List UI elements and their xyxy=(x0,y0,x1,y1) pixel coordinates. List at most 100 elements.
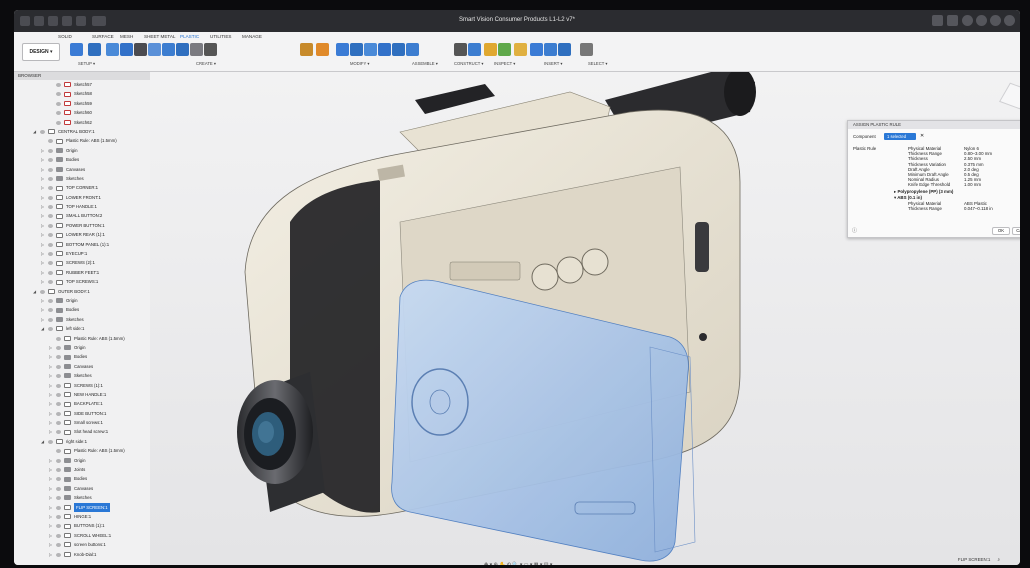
browser-row[interactable]: ▷ Sketches xyxy=(14,174,150,183)
browser-row[interactable]: Sketch58 xyxy=(14,89,150,98)
group-modify-menu[interactable]: MODIFY ▾ xyxy=(350,61,369,66)
group-create-menu[interactable]: CREATE ▾ xyxy=(196,61,216,66)
clear-selection-icon[interactable]: ✕ xyxy=(920,133,924,139)
browser-row[interactable]: ▷ FLIP SCREEN:1 xyxy=(14,502,150,512)
browser-row[interactable]: ▷ Bodies xyxy=(14,305,150,314)
visibility-eye-icon[interactable] xyxy=(56,402,61,407)
visibility-eye-icon[interactable] xyxy=(56,552,61,557)
cancel-button[interactable]: Cancel xyxy=(1012,227,1020,235)
visibility-eye-icon[interactable] xyxy=(40,129,45,134)
browser-row[interactable]: ◢ right side:1 xyxy=(14,437,150,446)
browser-row[interactable]: ▷ BUTTONS (1):1 xyxy=(14,521,150,530)
visibility-eye-icon[interactable] xyxy=(56,374,61,379)
browser-row[interactable]: ◢ CENTRAL BODY:1 xyxy=(14,127,150,136)
visibility-eye-icon[interactable] xyxy=(48,280,53,285)
expand-arrow-icon[interactable]: ▷ xyxy=(40,202,45,211)
visibility-eye-icon[interactable] xyxy=(48,167,53,172)
browser-row[interactable]: ▷ Joints xyxy=(14,465,150,474)
expand-arrow-icon[interactable]: ▷ xyxy=(48,352,53,361)
expand-arrow-icon[interactable]: ▷ xyxy=(48,465,53,474)
expand-arrow-icon[interactable]: ▷ xyxy=(48,409,53,418)
browser-row[interactable]: ▷ BACKPLATE:1 xyxy=(14,399,150,408)
expand-arrow-icon[interactable]: ▷ xyxy=(48,493,53,502)
ribbon-tool-icon[interactable] xyxy=(378,43,391,56)
expand-arrow-icon[interactable]: ▷ xyxy=(48,474,53,483)
visibility-eye-icon[interactable] xyxy=(56,477,61,482)
group-select-menu[interactable]: SELECT ▾ xyxy=(588,61,607,66)
search-icon[interactable]: ⌕ xyxy=(998,557,1000,562)
visibility-eye-icon[interactable] xyxy=(48,205,53,210)
browser-row[interactable]: ▷ Origin xyxy=(14,146,150,155)
browser-row[interactable]: ▷ SCREWS (2):1 xyxy=(14,258,150,267)
browser-row[interactable]: ▷ Bodies xyxy=(14,155,150,164)
expand-arrow-icon[interactable]: ▷ xyxy=(48,371,53,380)
expand-arrow-icon[interactable]: ◢ xyxy=(32,287,37,296)
visibility-eye-icon[interactable] xyxy=(56,345,61,350)
expand-arrow-icon[interactable]: ▷ xyxy=(40,221,45,230)
browser-row[interactable]: ▷ SCREWS (1):1 xyxy=(14,381,150,390)
expand-arrow-icon[interactable]: ▷ xyxy=(48,512,53,521)
ribbon-tool-icon[interactable] xyxy=(300,43,313,56)
browser-row[interactable]: ▷ SMALL BUTTON:2 xyxy=(14,211,150,220)
visibility-eye-icon[interactable] xyxy=(56,83,61,87)
visibility-eye-icon[interactable] xyxy=(56,421,61,426)
visibility-eye-icon[interactable] xyxy=(48,242,53,247)
expand-arrow-icon[interactable]: ▷ xyxy=(48,503,53,512)
ribbon-tool-icon[interactable] xyxy=(454,43,467,56)
expand-arrow-icon[interactable]: ▷ xyxy=(40,174,45,183)
expand-arrow-icon[interactable]: ▷ xyxy=(48,362,53,371)
lens-assembly[interactable] xyxy=(237,372,325,512)
group-inspect-menu[interactable]: INSPECT ▾ xyxy=(494,61,515,66)
visibility-eye-icon[interactable] xyxy=(48,186,53,191)
visibility-eye-icon[interactable] xyxy=(56,468,61,473)
tab-plastic[interactable]: PLASTIC xyxy=(180,34,199,39)
group-construct-menu[interactable]: CONSTRUCT ▾ xyxy=(454,61,483,66)
visibility-eye-icon[interactable] xyxy=(56,92,61,97)
visibility-eye-icon[interactable] xyxy=(56,355,61,360)
ok-button[interactable]: OK xyxy=(992,227,1010,235)
visibility-eye-icon[interactable] xyxy=(48,308,53,313)
visibility-eye-icon[interactable] xyxy=(48,148,53,153)
ribbon-tool-icon[interactable] xyxy=(498,43,511,56)
expand-arrow-icon[interactable]: ▷ xyxy=(40,240,45,249)
expand-arrow-icon[interactable]: ▷ xyxy=(40,268,45,277)
browser-row[interactable]: ▷ EYECUP:1 xyxy=(14,249,150,258)
expand-arrow-icon[interactable]: ◢ xyxy=(40,324,45,333)
visibility-eye-icon[interactable] xyxy=(48,233,53,238)
visibility-eye-icon[interactable] xyxy=(56,392,61,397)
browser-row[interactable]: ▷ POWER BUTTON:1 xyxy=(14,221,150,230)
ribbon-tool-icon[interactable] xyxy=(530,43,543,56)
browser-row[interactable]: ▷ Origin xyxy=(14,456,150,465)
browser-row[interactable]: ▷ Sketches xyxy=(14,493,150,502)
tab-surface[interactable]: SURFACE xyxy=(92,34,114,39)
browser-row[interactable]: Sketch60 xyxy=(14,108,150,117)
notifications-icon[interactable] xyxy=(990,15,1001,26)
browser-row[interactable]: ▷ Slot head screw:1 xyxy=(14,427,150,436)
visibility-eye-icon[interactable] xyxy=(40,289,45,294)
visibility-eye-icon[interactable] xyxy=(48,139,53,144)
visibility-eye-icon[interactable] xyxy=(48,327,53,332)
ribbon-tool-icon[interactable] xyxy=(316,43,329,56)
expand-arrow-icon[interactable]: ▷ xyxy=(40,183,45,192)
visibility-eye-icon[interactable] xyxy=(56,430,61,435)
workspace-switcher[interactable]: DESIGN ▾ xyxy=(22,43,60,61)
visibility-eye-icon[interactable] xyxy=(56,514,61,519)
expand-arrow-icon[interactable]: ▷ xyxy=(48,456,53,465)
group-insert-menu[interactable]: INSERT ▾ xyxy=(544,61,562,66)
expand-arrow-icon[interactable]: ▷ xyxy=(48,418,53,427)
ribbon-tool-icon[interactable] xyxy=(162,43,175,56)
visibility-eye-icon[interactable] xyxy=(56,533,61,538)
ribbon-tool-icon[interactable] xyxy=(350,43,363,56)
visibility-eye-icon[interactable] xyxy=(48,270,53,275)
visibility-eye-icon[interactable] xyxy=(56,543,61,548)
ribbon-tool-icon[interactable] xyxy=(204,43,217,56)
browser-row[interactable]: ▷ BOTTOM PANEL (1):1 xyxy=(14,240,150,249)
tab-manage[interactable]: MANAGE xyxy=(242,34,262,39)
browser-row[interactable]: ▷ LOWER FRONT:1 xyxy=(14,193,150,202)
ribbon-tool-icon[interactable] xyxy=(544,43,557,56)
browser-row[interactable]: ▷ Sketches xyxy=(14,371,150,380)
expand-arrow-icon[interactable]: ◢ xyxy=(32,127,37,136)
tab-utilities[interactable]: UTILITIES xyxy=(210,34,231,39)
visibility-eye-icon[interactable] xyxy=(56,505,61,510)
new-tab-icon[interactable] xyxy=(947,15,958,26)
